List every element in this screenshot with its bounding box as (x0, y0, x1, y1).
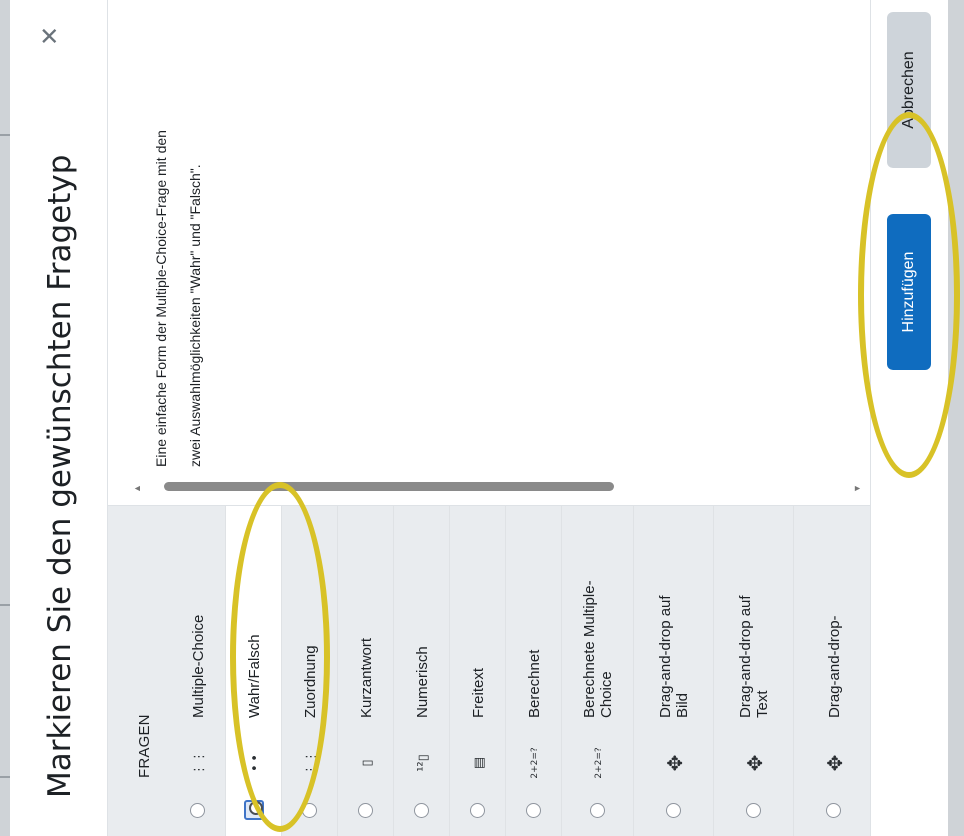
radio-multiple-choice[interactable] (190, 803, 205, 818)
item-label: Numerisch (413, 646, 431, 718)
item-label: Zuordnung (301, 645, 319, 718)
question-type-dialog: Markieren Sie den gewünschten Fragetyp ✕… (0, 0, 964, 836)
list-item-freitext[interactable]: ▤ Freitext (450, 506, 506, 836)
radio-wahr-falsch[interactable] (244, 800, 264, 820)
move-arrows-icon: ✥ (823, 754, 847, 772)
add-button[interactable]: Hinzufügen (887, 214, 931, 370)
scrollbar[interactable]: ▲ ▼ (132, 482, 862, 493)
dialog-title: Markieren Sie den gewünschten Fragetyp (42, 154, 78, 798)
list-item-wahr-falsch[interactable]: • • Wahr/Falsch (226, 506, 282, 836)
item-label: Berechnet (525, 649, 543, 718)
scroll-left-arrow-icon[interactable]: ▲ (132, 484, 142, 493)
true-false-icon: • • (247, 754, 263, 772)
radio-drag-drop-text[interactable] (746, 803, 761, 818)
question-type-description: Eine einfache Form der Multiple-Choice-F… (153, 130, 203, 467)
background-strip-bottom (948, 0, 964, 836)
item-label: Wahr/Falsch (245, 634, 263, 718)
calculated-multichoice-icon: 2+2=? (594, 747, 604, 779)
radio-berechnete-multiple-choice[interactable] (590, 803, 605, 818)
list-item-drag-drop-text[interactable]: ✥ Drag-and-drop auf Text (714, 506, 794, 836)
item-label: Freitext (469, 667, 487, 718)
item-label: Drag-and-drop- (825, 615, 843, 718)
radio-numerisch[interactable] (414, 803, 429, 818)
radio-drag-drop-markers[interactable] (826, 803, 841, 818)
scroll-right-arrow-icon[interactable]: ▼ (852, 484, 862, 493)
list-item-numerisch[interactable]: ¹²▯ Numerisch (394, 506, 450, 836)
radio-zuordnung[interactable] (302, 803, 317, 818)
radio-freitext[interactable] (470, 803, 485, 818)
description-panel: ▲ ▼ Eine einfache Form der Multiple-Choi… (108, 0, 870, 506)
multiple-choice-icon: ⋮⋮ (191, 750, 207, 776)
item-label: Kurzantwort (357, 637, 375, 718)
dialog-header: Markieren Sie den gewünschten Fragetyp ✕ (10, 0, 108, 836)
item-label: Drag-and-drop auf Text (737, 595, 771, 718)
numerical-icon: ¹²▯ (415, 754, 431, 772)
radio-drag-drop-bild[interactable] (666, 803, 681, 818)
list-item-berechnet[interactable]: 2+2=? Berechnet (506, 506, 562, 836)
item-label: Multiple-Choice (189, 614, 207, 718)
question-type-list: FRAGEN ⋮⋮ Multiple-Choice • • Wahr/Falsc… (108, 506, 870, 836)
list-item-kurzantwort[interactable]: ▯ Kurzantwort (338, 506, 394, 836)
sidebar-heading: FRAGEN (136, 714, 153, 778)
cancel-button[interactable]: Abbrechen (887, 12, 931, 168)
list-item-berechnete-multiple-choice[interactable]: 2+2=? Berechnete Multiple-Choice (562, 506, 634, 836)
item-label: Berechnete Multiple-Choice (581, 580, 615, 718)
item-label: Drag-and-drop auf Bild (657, 595, 691, 718)
radio-berechnet[interactable] (526, 803, 541, 818)
essay-icon: ▤ (471, 756, 487, 770)
scrollbar-thumb[interactable] (164, 482, 614, 491)
close-icon[interactable]: ✕ (36, 26, 65, 46)
calculated-icon: 2+2=? (530, 747, 540, 779)
dialog-footer: Hinzufügen Abbrechen (870, 0, 948, 836)
list-item-zuordnung[interactable]: ⋮⋮ Zuordnung (282, 506, 338, 836)
radio-kurzantwort[interactable] (358, 803, 373, 818)
short-answer-icon: ▯ (359, 759, 375, 767)
background-strip-top (0, 0, 10, 836)
move-arrows-icon: ✥ (743, 754, 767, 772)
list-item-drag-drop-bild[interactable]: ✥ Drag-and-drop auf Bild (634, 506, 714, 836)
list-item-multiple-choice[interactable]: ⋮⋮ Multiple-Choice (170, 506, 226, 836)
list-item-drag-drop-markers[interactable]: ✥ Drag-and-drop- (794, 506, 870, 836)
matching-icon: ⋮⋮ (303, 750, 319, 776)
move-arrows-icon: ✥ (663, 754, 687, 772)
